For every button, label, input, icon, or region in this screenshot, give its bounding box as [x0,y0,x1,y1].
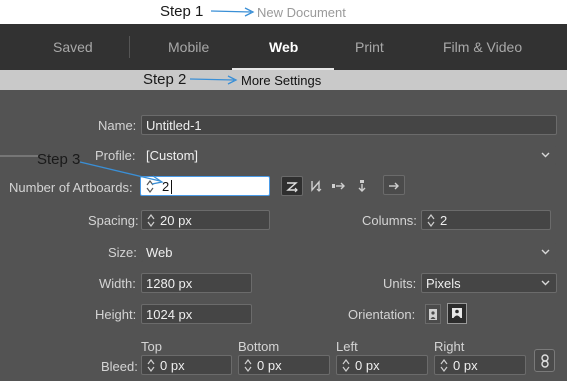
annotation-arrows [0,7,255,185]
step1-arrow [210,7,255,17]
step2-arrow [189,75,238,85]
step3-arrow [79,161,164,185]
